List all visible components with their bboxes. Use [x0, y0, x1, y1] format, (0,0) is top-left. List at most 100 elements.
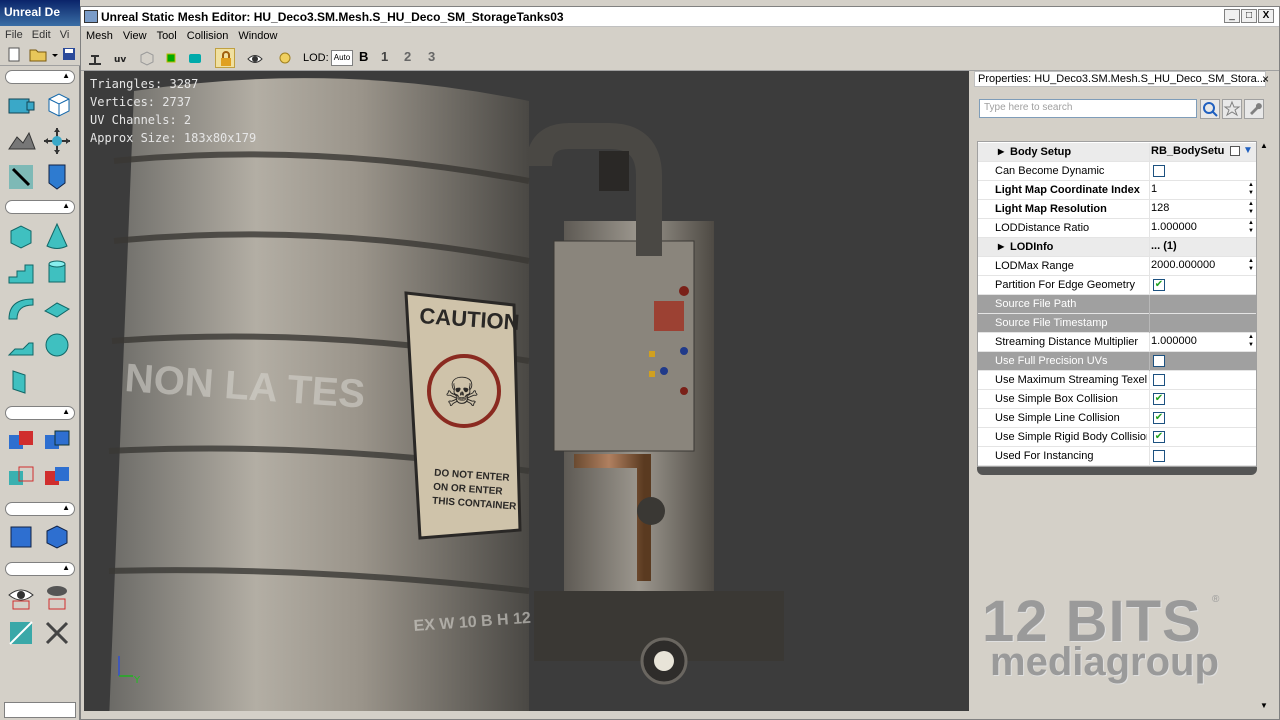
- dropdown-arrow-icon[interactable]: ▼: [1243, 145, 1253, 156]
- property-checkbox[interactable]: [1153, 374, 1165, 386]
- column-divider[interactable]: [1149, 390, 1150, 409]
- lod-base-button[interactable]: B: [359, 49, 368, 64]
- property-value[interactable]: 128: [1151, 202, 1251, 214]
- properties-search-input[interactable]: Type here to search: [979, 99, 1197, 118]
- spinner-arrows-icon[interactable]: ▲ ▼: [1248, 200, 1254, 216]
- back-editor-command-field[interactable]: [4, 702, 76, 718]
- camera-mode-icon[interactable]: [4, 88, 38, 122]
- property-checkbox[interactable]: ✔: [1153, 393, 1165, 405]
- property-row[interactable]: Light Map Resolution 128 ▲ ▼: [978, 200, 1256, 219]
- property-value[interactable]: ... (1): [1151, 240, 1251, 252]
- spinner-arrows-icon[interactable]: ▲ ▼: [1248, 219, 1254, 235]
- back-menu-view[interactable]: Vi: [60, 29, 70, 41]
- property-value[interactable]: 2000.000000: [1151, 259, 1251, 271]
- lod-2-button[interactable]: 2: [404, 49, 411, 64]
- curved-stair-icon[interactable]: [4, 292, 38, 326]
- show-normals-icon[interactable]: [185, 48, 205, 68]
- add-special-brush-icon[interactable]: [40, 520, 74, 554]
- settings-wrench-icon[interactable]: [1244, 99, 1264, 119]
- save-icon[interactable]: [63, 48, 75, 60]
- column-divider[interactable]: [1149, 447, 1150, 466]
- column-divider[interactable]: [1149, 428, 1150, 447]
- lod-3-button[interactable]: 3: [428, 49, 435, 64]
- brush-edit-icon[interactable]: [4, 160, 38, 194]
- minimize-button[interactable]: _: [1224, 9, 1240, 23]
- property-checkbox[interactable]: ✔: [1153, 431, 1165, 443]
- property-row[interactable]: Source File Path: [978, 295, 1256, 314]
- select-invert-icon[interactable]: [4, 616, 38, 650]
- column-divider[interactable]: [1149, 238, 1150, 257]
- property-value[interactable]: 1: [1151, 183, 1251, 195]
- property-checkbox[interactable]: ✔: [1153, 412, 1165, 424]
- expand-arrow-icon[interactable]: ▶: [998, 242, 1004, 251]
- dropdown-arrow-icon[interactable]: [52, 54, 58, 57]
- property-row[interactable]: Light Map Coordinate Index 1 ▲ ▼: [978, 181, 1256, 200]
- column-divider[interactable]: [1149, 314, 1150, 333]
- property-row[interactable]: Can Become Dynamic: [978, 162, 1256, 181]
- lod-1-button[interactable]: 1: [381, 49, 388, 64]
- property-checkbox[interactable]: ✔: [1153, 279, 1165, 291]
- property-row[interactable]: Use Simple Rigid Body Collision ✔: [978, 428, 1256, 447]
- move-icon[interactable]: [40, 124, 74, 158]
- column-divider[interactable]: [1149, 143, 1150, 162]
- spinner-arrows-icon[interactable]: ▲ ▼: [1248, 333, 1254, 349]
- property-checkbox[interactable]: [1153, 165, 1165, 177]
- scroll-down-icon[interactable]: ▼: [1260, 701, 1268, 710]
- toolbox-collapse-2[interactable]: [5, 200, 75, 214]
- socket-manager-icon[interactable]: [85, 48, 105, 68]
- property-row[interactable]: Use Full Precision UVs: [978, 352, 1256, 371]
- csg-subtract-icon[interactable]: [40, 424, 74, 458]
- lod-auto-button[interactable]: Auto: [331, 50, 353, 66]
- column-divider[interactable]: [1149, 333, 1150, 352]
- property-value[interactable]: 1.000000: [1151, 221, 1251, 233]
- column-divider[interactable]: [1149, 409, 1150, 428]
- cube-builder-icon[interactable]: [4, 220, 38, 254]
- property-checkbox[interactable]: [1153, 355, 1165, 367]
- bounds-icon[interactable]: [137, 48, 157, 68]
- hide-selected-icon[interactable]: [40, 580, 74, 614]
- show-selected-icon[interactable]: [4, 580, 38, 614]
- volumetric-builder-icon[interactable]: [4, 364, 38, 398]
- clear-value-icon[interactable]: [1230, 146, 1240, 156]
- back-menu-edit[interactable]: Edit: [32, 29, 51, 41]
- wireframe-icon[interactable]: uv: [113, 48, 133, 68]
- show-all-icon[interactable]: [40, 616, 74, 650]
- column-divider[interactable]: [1149, 181, 1150, 200]
- back-menu-file[interactable]: File: [5, 29, 23, 41]
- expand-arrow-icon[interactable]: ▶: [998, 147, 1004, 156]
- property-row[interactable]: ▶ LODInfo ... (1): [978, 238, 1256, 257]
- property-row[interactable]: Use Simple Line Collision ✔: [978, 409, 1256, 428]
- column-divider[interactable]: [1149, 162, 1150, 181]
- search-icon[interactable]: [1200, 99, 1220, 119]
- toolbox-collapse-5[interactable]: [5, 562, 75, 576]
- geometry-mode-icon[interactable]: [40, 88, 74, 122]
- spiral-stair-icon[interactable]: [4, 328, 38, 362]
- column-divider[interactable]: [1149, 371, 1150, 390]
- collision-icon[interactable]: [161, 48, 181, 68]
- column-divider[interactable]: [1149, 200, 1150, 219]
- property-row[interactable]: ▶ Body Setup RB_BodySetu ▼: [978, 143, 1256, 162]
- spinner-arrows-icon[interactable]: ▲ ▼: [1248, 257, 1254, 273]
- column-divider[interactable]: [1149, 257, 1150, 276]
- column-divider[interactable]: [1149, 276, 1150, 295]
- column-divider[interactable]: [1149, 352, 1150, 371]
- menu-window[interactable]: Window: [233, 27, 282, 45]
- menu-mesh[interactable]: Mesh: [81, 27, 118, 45]
- column-divider[interactable]: [1149, 295, 1150, 314]
- property-row[interactable]: Source File Timestamp: [978, 314, 1256, 333]
- menu-collision[interactable]: Collision: [182, 27, 234, 45]
- toolbox-collapse-4[interactable]: [5, 502, 75, 516]
- toolbox-collapse-3[interactable]: [5, 406, 75, 420]
- cone-builder-icon[interactable]: [40, 220, 74, 254]
- new-file-icon[interactable]: [8, 47, 20, 62]
- terrain-mode-icon[interactable]: [4, 124, 38, 158]
- csg-intersect-icon[interactable]: [4, 460, 38, 494]
- property-row[interactable]: LODMax Range 2000.000000 ▲ ▼: [978, 257, 1256, 276]
- property-row[interactable]: Use Maximum Streaming Texel Ratio: [978, 371, 1256, 390]
- csg-add-icon[interactable]: [4, 424, 38, 458]
- property-row[interactable]: Used For Instancing: [978, 447, 1256, 466]
- close-button[interactable]: X: [1258, 9, 1274, 23]
- column-divider[interactable]: [1149, 219, 1150, 238]
- property-checkbox[interactable]: [1153, 450, 1165, 462]
- property-row[interactable]: LODDistance Ratio 1.000000 ▲ ▼: [978, 219, 1256, 238]
